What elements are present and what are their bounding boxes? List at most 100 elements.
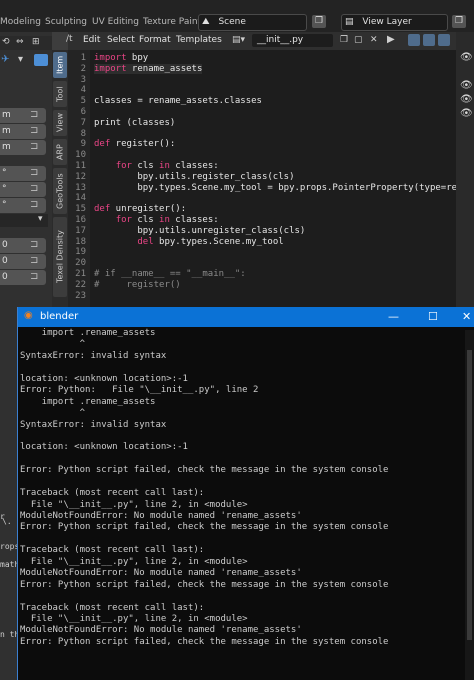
system-console-window: ◉ blender — ☐ ✕ import .rename_assets ^ S… — [17, 307, 474, 680]
tab-texture-paint[interactable]: Texture Paint — [143, 15, 201, 29]
close-icon[interactable]: ✕ — [370, 35, 378, 45]
console-line: ModuleNotFoundError: No module named 're… — [20, 568, 302, 579]
chevron-down-icon[interactable]: ▾ — [18, 54, 23, 65]
close-button[interactable]: ✕ — [462, 310, 471, 323]
code-line: bpy.utils.register_class(cls) — [94, 171, 295, 182]
location-y-field[interactable]: m ⊐ — [0, 124, 46, 139]
scrollbar-thumb[interactable] — [467, 350, 472, 640]
filename-label: __init__.py — [257, 35, 304, 45]
copy-layer-icon[interactable]: ❐ — [452, 15, 466, 28]
tab-texel-density[interactable]: Texel Density — [53, 217, 67, 297]
line-number: 20 — [75, 258, 86, 269]
word-wrap-toggle[interactable] — [423, 34, 435, 46]
minimize-button[interactable]: — — [388, 310, 399, 323]
lock-icon[interactable]: ⊐ — [30, 199, 38, 210]
console-line: ^ — [20, 408, 86, 419]
duplicate-icon[interactable]: ❐ — [340, 35, 348, 45]
snap-icon[interactable]: ⇔ — [16, 37, 24, 47]
maximize-button[interactable]: ☐ — [428, 310, 438, 323]
tab-view[interactable]: View — [53, 110, 67, 136]
gizmo-icon[interactable]: ✈ — [1, 54, 9, 65]
console-line: ModuleNotFoundError: No module named 're… — [20, 625, 302, 636]
tab-sculpting[interactable]: Sculpting — [45, 15, 87, 29]
console-line: import .rename_assets — [20, 396, 156, 407]
rotation-x-field[interactable]: ° ⊐ — [0, 166, 46, 181]
new-text-icon[interactable]: ▢ — [354, 35, 363, 45]
lock-icon[interactable]: ⊐ — [30, 141, 38, 152]
tab-geotools[interactable]: GeoTools — [53, 168, 67, 214]
line-number: 22 — [75, 279, 86, 290]
tab-modeling[interactable]: Modeling — [0, 15, 41, 29]
lock-icon[interactable]: ⊐ — [30, 109, 38, 120]
code-line: bpy.utils.unregister_class(cls) — [94, 225, 306, 236]
tab-uv-editing[interactable]: UV Editing — [92, 15, 139, 29]
scale-y-field[interactable]: 0 ⊐ — [0, 254, 46, 269]
lock-icon[interactable]: ⊐ — [30, 271, 38, 282]
filename-field[interactable]: __init__.py — [252, 34, 333, 47]
menu-select[interactable]: Select — [107, 35, 135, 45]
scene-label: Scene — [218, 17, 246, 27]
line-number: 3 — [80, 74, 86, 85]
line-number: 21 — [75, 269, 86, 279]
eye-icon[interactable]: 👁 — [460, 108, 473, 119]
console-line: Traceback (most recent call last): — [20, 602, 205, 613]
line-number: 6 — [80, 107, 86, 117]
scale-x-field[interactable]: 0 ⊐ — [0, 238, 46, 253]
menu-format[interactable]: Format — [139, 35, 171, 45]
scale-z-field[interactable]: 0 ⊐ — [0, 270, 46, 285]
menu-edit[interactable]: Edit — [83, 35, 100, 45]
eye-icon[interactable]: 👁 — [460, 94, 473, 105]
lock-icon[interactable]: ⊐ — [30, 167, 38, 178]
line-number: 5 — [80, 96, 86, 107]
eye-icon[interactable]: 👁 — [460, 52, 473, 63]
fragment-text: \. — [2, 517, 12, 526]
syntax-highlight-toggle[interactable] — [438, 34, 450, 46]
tab-arp[interactable]: ARP — [53, 139, 67, 165]
text-editor-header: /t Edit Select Format Templates ▤▾ __ini… — [66, 32, 456, 50]
run-script-icon[interactable]: ▶ — [387, 34, 395, 45]
field-value: 0 — [2, 256, 8, 266]
scene-icon: ⛰ — [202, 17, 210, 27]
field-unit: ° — [2, 200, 7, 210]
console-scrollbar[interactable] — [465, 330, 474, 680]
console-line: SyntaxError: invalid syntax — [20, 419, 167, 430]
blender-logo-icon: ◉ — [24, 310, 33, 321]
field-unit: m — [2, 142, 11, 152]
viewport-tools: ✈ ▾ — [0, 54, 52, 68]
line-number: 9 — [80, 139, 86, 150]
menu-templates[interactable]: Templates — [176, 35, 222, 45]
lock-icon[interactable]: ⊐ — [30, 239, 38, 250]
copy-scene-icon[interactable]: ❐ — [312, 15, 326, 28]
scene-selector[interactable]: ⛰ Scene — [198, 14, 307, 31]
lock-icon[interactable]: ⊐ — [30, 125, 38, 136]
code-line: import rename_assets — [94, 63, 203, 74]
line-number: 12 — [75, 171, 86, 182]
line-numbers-toggle[interactable] — [408, 34, 420, 46]
location-x-field[interactable]: m ⊐ — [0, 108, 46, 123]
text-datablock-icon[interactable]: ▤▾ — [232, 35, 245, 45]
transform-icon[interactable]: ⟲ — [2, 37, 10, 47]
rotation-z-field[interactable]: ° ⊐ — [0, 198, 46, 213]
sidebar-tabs: Item Tool View ARP GeoTools Texel Densit… — [52, 50, 68, 310]
console-output: import .rename_assets ^ SyntaxError: inva… — [20, 328, 470, 648]
location-z-field[interactable]: m ⊐ — [0, 140, 46, 155]
code-line: def register(): — [94, 139, 176, 150]
tab-item[interactable]: Item — [53, 52, 67, 78]
navigation-icon[interactable] — [34, 54, 48, 66]
console-line: Error: Python script failed, check the m… — [20, 465, 389, 476]
rotation-y-field[interactable]: ° ⊐ — [0, 182, 46, 197]
code-line: # register() — [94, 279, 181, 290]
overlay-icon[interactable]: ⊞ — [32, 37, 40, 47]
rotation-mode-dropdown[interactable]: ▾ — [0, 214, 48, 227]
tab-tool[interactable]: Tool — [53, 81, 67, 107]
console-titlebar[interactable]: ◉ blender — ☐ ✕ — [18, 307, 474, 327]
view-layer-selector[interactable]: ▤ View Layer — [341, 14, 448, 31]
eye-icon[interactable]: 👁 — [460, 80, 473, 91]
console-line: ^ — [20, 339, 86, 350]
lock-icon[interactable]: ⊐ — [30, 255, 38, 266]
editor-type-icon[interactable]: /t — [66, 34, 73, 44]
lock-icon[interactable]: ⊐ — [30, 183, 38, 194]
